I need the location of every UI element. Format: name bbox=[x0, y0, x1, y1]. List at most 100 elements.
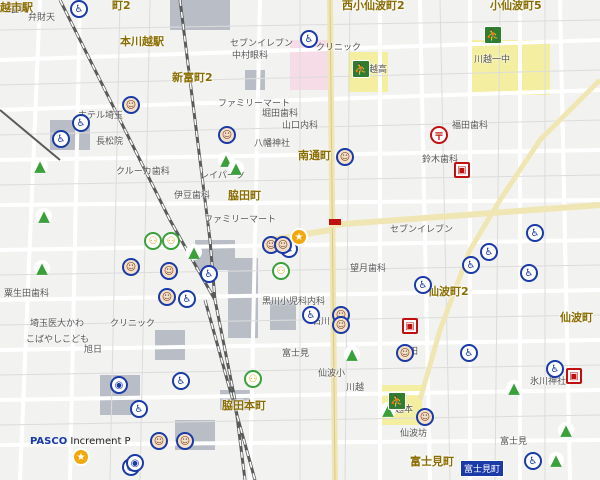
person-icon[interactable]: ★ bbox=[290, 228, 308, 246]
district-label: 仙波町 bbox=[560, 311, 593, 324]
factory-icon[interactable]: ◉ bbox=[126, 454, 144, 472]
poi-label: 鈴木歯科 bbox=[422, 155, 459, 165]
wheelchair-icon[interactable]: ♿ bbox=[546, 360, 564, 378]
face-icon[interactable]: ☺ bbox=[218, 126, 236, 144]
wheelchair-icon[interactable]: ♿ bbox=[300, 30, 318, 48]
poi-label: 黒川小児科内科 bbox=[262, 297, 326, 307]
poi-label: ファミリーマート bbox=[218, 99, 291, 109]
district-label: 脇田町 bbox=[228, 189, 261, 202]
map[interactable]: 越市駅 町2 西小仙波町2 小仙波町5 本川越駅新富町2 南通町脇田町仙波町2 仙波町脇田本… bbox=[0, 0, 600, 480]
poi-label: 伊豆歯科 bbox=[174, 191, 211, 201]
wheelchair-icon[interactable]: ♿ bbox=[130, 400, 148, 418]
main-road bbox=[329, 202, 600, 228]
tree-icon[interactable]: ▲ bbox=[228, 159, 244, 177]
district-label: 新富町2 bbox=[172, 71, 213, 84]
tree-icon[interactable]: ▲ bbox=[506, 379, 522, 397]
poi-label: 富士見 bbox=[500, 437, 528, 447]
face-icon[interactable]: ☺ bbox=[176, 432, 194, 450]
poi-label: クリニック bbox=[316, 43, 362, 53]
district-label: 西小仙波町2 bbox=[342, 0, 405, 12]
poi-label: 川越一中 bbox=[474, 55, 511, 65]
wheelchair-icon[interactable]: ♿ bbox=[52, 130, 70, 148]
poi-label: 堀田歯科 bbox=[262, 109, 299, 119]
wheelchair-icon[interactable]: ♿ bbox=[72, 114, 90, 132]
map-credit: PASCO Increment P bbox=[30, 436, 131, 447]
tree-icon[interactable]: ▲ bbox=[186, 243, 202, 261]
poi-label: 八幡神社 bbox=[254, 139, 291, 149]
wheelchair-icon[interactable]: ♿ bbox=[524, 452, 542, 470]
building-icon[interactable]: ▣ bbox=[454, 162, 470, 178]
tree-icon[interactable]: ▲ bbox=[344, 345, 360, 363]
station-badge: 富士見町 bbox=[460, 460, 505, 477]
tree-icon[interactable]: ▲ bbox=[558, 421, 574, 439]
bicycle-icon[interactable]: ⚇ bbox=[272, 262, 290, 280]
credit-text: Increment P bbox=[70, 436, 131, 447]
bicycle-icon[interactable]: ⚇ bbox=[244, 370, 262, 388]
poi-label: こばやしこども bbox=[26, 335, 90, 345]
wheelchair-icon[interactable]: ♿ bbox=[414, 276, 432, 294]
poi-label: 氷川神社 bbox=[530, 377, 567, 387]
face-icon[interactable]: ☺ bbox=[122, 96, 140, 114]
face-icon[interactable]: ☺ bbox=[396, 344, 414, 362]
face-icon[interactable]: ☺ bbox=[332, 316, 350, 334]
district-label: 町2 bbox=[112, 0, 131, 12]
wheelchair-icon[interactable]: ♿ bbox=[302, 306, 320, 324]
poi-label: セブンイレブン bbox=[390, 225, 454, 235]
face-icon[interactable]: ☺ bbox=[158, 288, 176, 306]
post-office-icon[interactable]: 〒 bbox=[430, 126, 448, 144]
school-icon[interactable]: ⛹ bbox=[484, 26, 502, 44]
bicycle-icon[interactable]: ⚇ bbox=[162, 232, 180, 250]
district-label: 越市駅 bbox=[0, 1, 33, 14]
bicycle-icon[interactable]: ⚇ bbox=[144, 232, 162, 250]
school-icon[interactable]: ⛹ bbox=[388, 392, 406, 410]
tree-icon[interactable]: ▲ bbox=[34, 259, 50, 277]
poi-label: 弁財天 bbox=[28, 13, 56, 23]
poi-label: クルーカ歯科 bbox=[116, 167, 170, 177]
district-label: 南通町 bbox=[298, 149, 331, 162]
poi-label: 富士見 bbox=[282, 349, 310, 359]
wheelchair-icon[interactable]: ♿ bbox=[520, 264, 538, 282]
wheelchair-icon[interactable]: ♿ bbox=[526, 224, 544, 242]
face-icon[interactable]: ☺ bbox=[336, 148, 354, 166]
tree-icon[interactable]: ▲ bbox=[36, 207, 52, 225]
wheelchair-icon[interactable]: ♿ bbox=[480, 243, 498, 261]
poi-label: 川越 bbox=[346, 383, 365, 393]
district-label: 本川越駅 bbox=[120, 35, 164, 48]
district-label: 富士見町 bbox=[410, 455, 454, 468]
building-icon[interactable]: ▣ bbox=[402, 318, 418, 334]
face-icon[interactable]: ☺ bbox=[150, 432, 168, 450]
poi-label: 埼玉医大かわ bbox=[30, 319, 85, 329]
poi-label: 仙波小 bbox=[318, 369, 346, 379]
building-icon[interactable]: ▣ bbox=[566, 368, 582, 384]
poi-label: 旭日 bbox=[84, 345, 103, 355]
poi-label: 山口内科 bbox=[282, 121, 319, 131]
wheelchair-icon[interactable]: ♿ bbox=[178, 290, 196, 308]
poi-label: セブンイレブン bbox=[230, 39, 294, 49]
poi-label: ファミリーマート bbox=[204, 215, 277, 225]
station-marker bbox=[329, 219, 341, 225]
tree-icon[interactable]: ▲ bbox=[548, 451, 564, 469]
district-label: 脇田本町 bbox=[222, 399, 266, 412]
face-icon[interactable]: ☺ bbox=[160, 262, 178, 280]
poi-label: 望月歯科 bbox=[350, 264, 387, 274]
wheelchair-icon[interactable]: ♿ bbox=[462, 256, 480, 274]
wheelchair-icon[interactable]: ♿ bbox=[172, 372, 190, 390]
district-label: 仙波町2 bbox=[428, 285, 469, 298]
poi-label: クリニック bbox=[110, 319, 156, 329]
wheelchair-icon[interactable]: ♿ bbox=[200, 265, 218, 283]
wheelchair-icon[interactable]: ♿ bbox=[70, 0, 88, 18]
poi-label: 中村眼科 bbox=[232, 51, 269, 61]
wheelchair-icon[interactable]: ♿ bbox=[460, 344, 478, 362]
fire-icon[interactable]: ◉ bbox=[110, 376, 128, 394]
poi-label: 福田歯科 bbox=[452, 121, 489, 131]
pasco-logo: PASCO bbox=[30, 436, 68, 447]
district-label: 小仙波町5 bbox=[490, 0, 542, 12]
tree-icon[interactable]: ▲ bbox=[32, 157, 48, 175]
face-icon[interactable]: ☺ bbox=[416, 408, 434, 426]
person-icon[interactable]: ★ bbox=[72, 448, 90, 466]
poi-label: 長松院 bbox=[96, 137, 124, 147]
face-icon[interactable]: ☺ bbox=[122, 258, 140, 276]
poi-label: 仙波坊 bbox=[400, 429, 428, 439]
school-block bbox=[470, 40, 550, 95]
school-icon[interactable]: ⛹ bbox=[352, 60, 370, 78]
